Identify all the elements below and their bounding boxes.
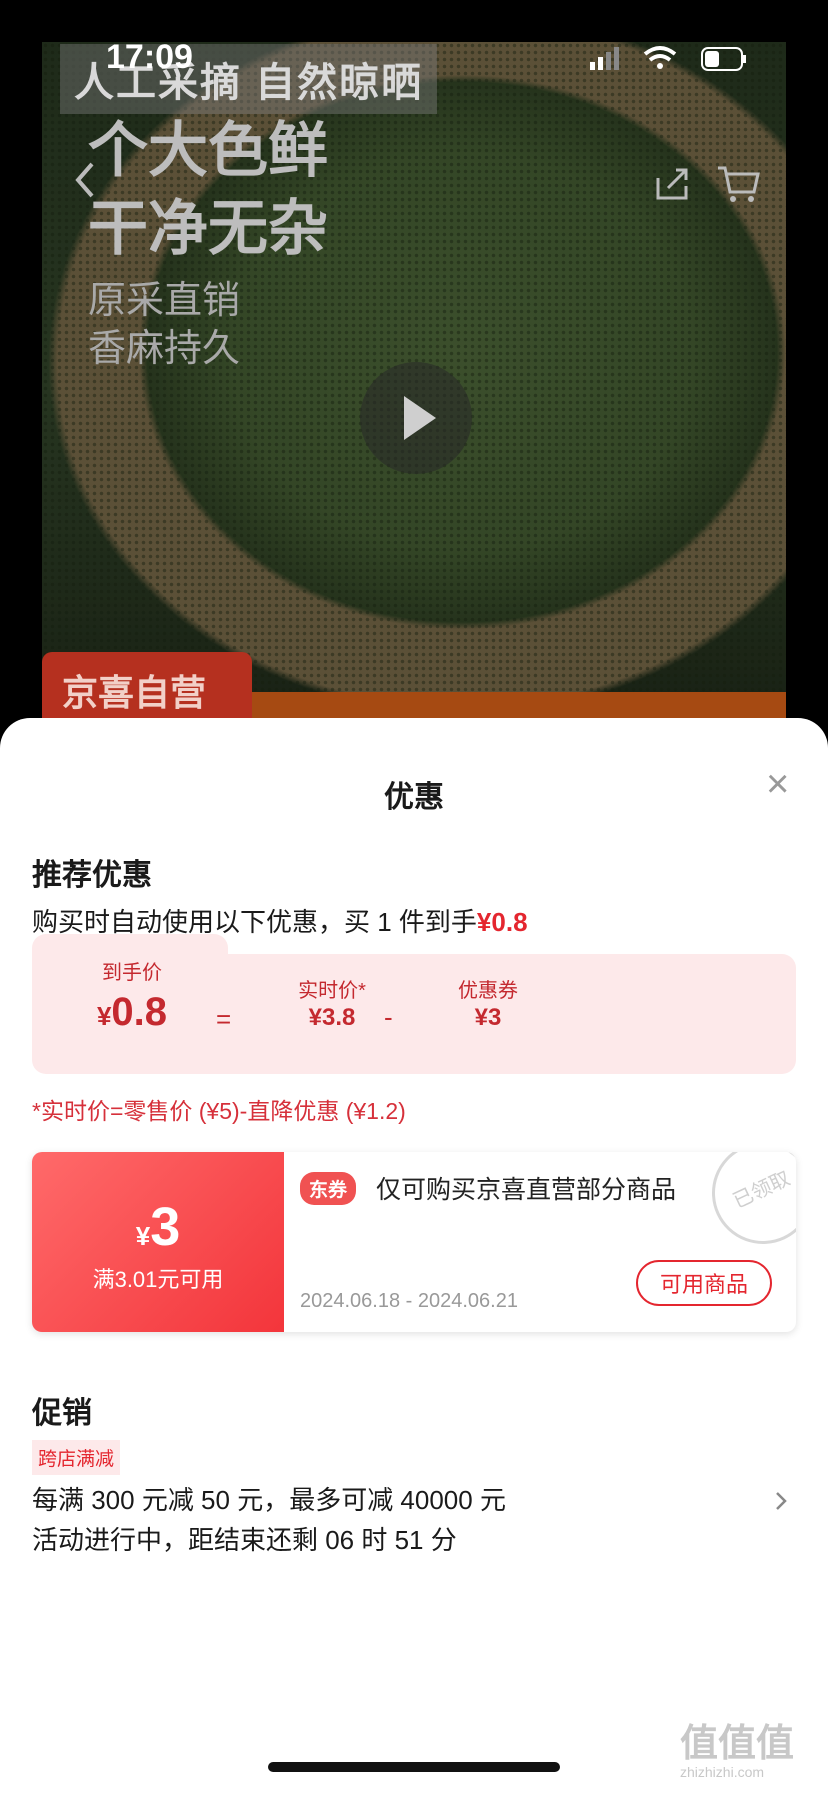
signal-icon bbox=[590, 47, 619, 70]
coupon-amount-panel: ¥3 满3.01元可用 bbox=[32, 1152, 284, 1332]
status-time: 17:09 bbox=[106, 38, 193, 76]
claimed-stamp: 已领取 bbox=[695, 1152, 796, 1261]
recommend-price: ¥0.8 bbox=[476, 907, 528, 937]
watermark-url: zhizhizhi.com bbox=[680, 1764, 765, 1780]
hero-headline-1: 个大色鲜 bbox=[88, 117, 328, 184]
realtime-price: ¥3.8 bbox=[308, 1004, 356, 1031]
home-indicator[interactable] bbox=[268, 1762, 560, 1772]
product-image[interactable]: 人工采摘 自然晾晒 个大色鲜 干净无杂 原采直销 香麻持久 京喜自营 bbox=[42, 42, 786, 732]
hero-headline-2: 干净无杂 bbox=[88, 195, 328, 262]
equals-sign: = bbox=[216, 1004, 232, 1034]
chevron-right-icon[interactable] bbox=[774, 1486, 788, 1520]
coupon-price: ¥3 bbox=[474, 1004, 502, 1031]
recommend-title: 推荐优惠 bbox=[32, 859, 152, 892]
promo-tag: 跨店满减 bbox=[32, 1440, 121, 1475]
promo-line-1[interactable]: 每满 300 元减 50 元，最多可减 40000 元 bbox=[32, 1480, 506, 1517]
battery-icon bbox=[701, 47, 746, 71]
sheet-title: 优惠 bbox=[384, 781, 444, 814]
back-icon[interactable] bbox=[72, 160, 96, 210]
hero-sub-1: 原采直销 bbox=[88, 280, 241, 322]
cart-icon[interactable] bbox=[716, 164, 760, 214]
coupon-card[interactable]: ¥3 满3.01元可用 已领取 东券 仅可购买京喜直营部分商品 2024.06.… bbox=[32, 1152, 796, 1332]
promotion-sheet: 优惠 × 推荐优惠 购买时自动使用以下优惠，买 1 件到手¥0.8 到手价 ¥0… bbox=[0, 718, 828, 1796]
coupon-condition: 满3.01元可用 bbox=[92, 1267, 224, 1292]
final-price-label: 到手价 bbox=[102, 962, 162, 984]
coupon-price-label: 优惠券 bbox=[458, 980, 518, 1002]
final-price: ¥0.8 bbox=[96, 990, 168, 1034]
realtime-price-label: 实时价* bbox=[298, 980, 366, 1002]
status-icons bbox=[590, 44, 750, 81]
coupon-desc: 仅可购买京喜直营部分商品 bbox=[376, 1176, 677, 1204]
coupon-type-tag: 东券 bbox=[300, 1172, 357, 1205]
promo-title: 促销 bbox=[32, 1397, 92, 1430]
coupon-amount: ¥3 bbox=[135, 1197, 181, 1257]
promo-line-2: 活动进行中，距结束还剩 06 时 51 分 bbox=[32, 1525, 457, 1555]
hero-sub-2: 香麻持久 bbox=[88, 328, 241, 370]
minus-sign: - bbox=[384, 1002, 393, 1032]
price-formula: *实时价=零售价 (¥5)-直降优惠 (¥1.2) bbox=[32, 1098, 406, 1124]
usable-products-button[interactable]: 可用商品 bbox=[636, 1260, 772, 1306]
price-calc-panel: 到手价 ¥0.8 = 实时价* ¥3.8 - 优惠券 ¥3 bbox=[32, 934, 796, 1074]
play-video-button[interactable] bbox=[360, 362, 472, 474]
wifi-icon bbox=[643, 46, 677, 69]
share-icon[interactable] bbox=[652, 164, 692, 214]
close-icon[interactable]: × bbox=[766, 764, 789, 804]
watermark-logo: 值值值 bbox=[680, 1723, 795, 1765]
coupon-validity: 2024.06.18 - 2024.06.21 bbox=[300, 1290, 518, 1312]
